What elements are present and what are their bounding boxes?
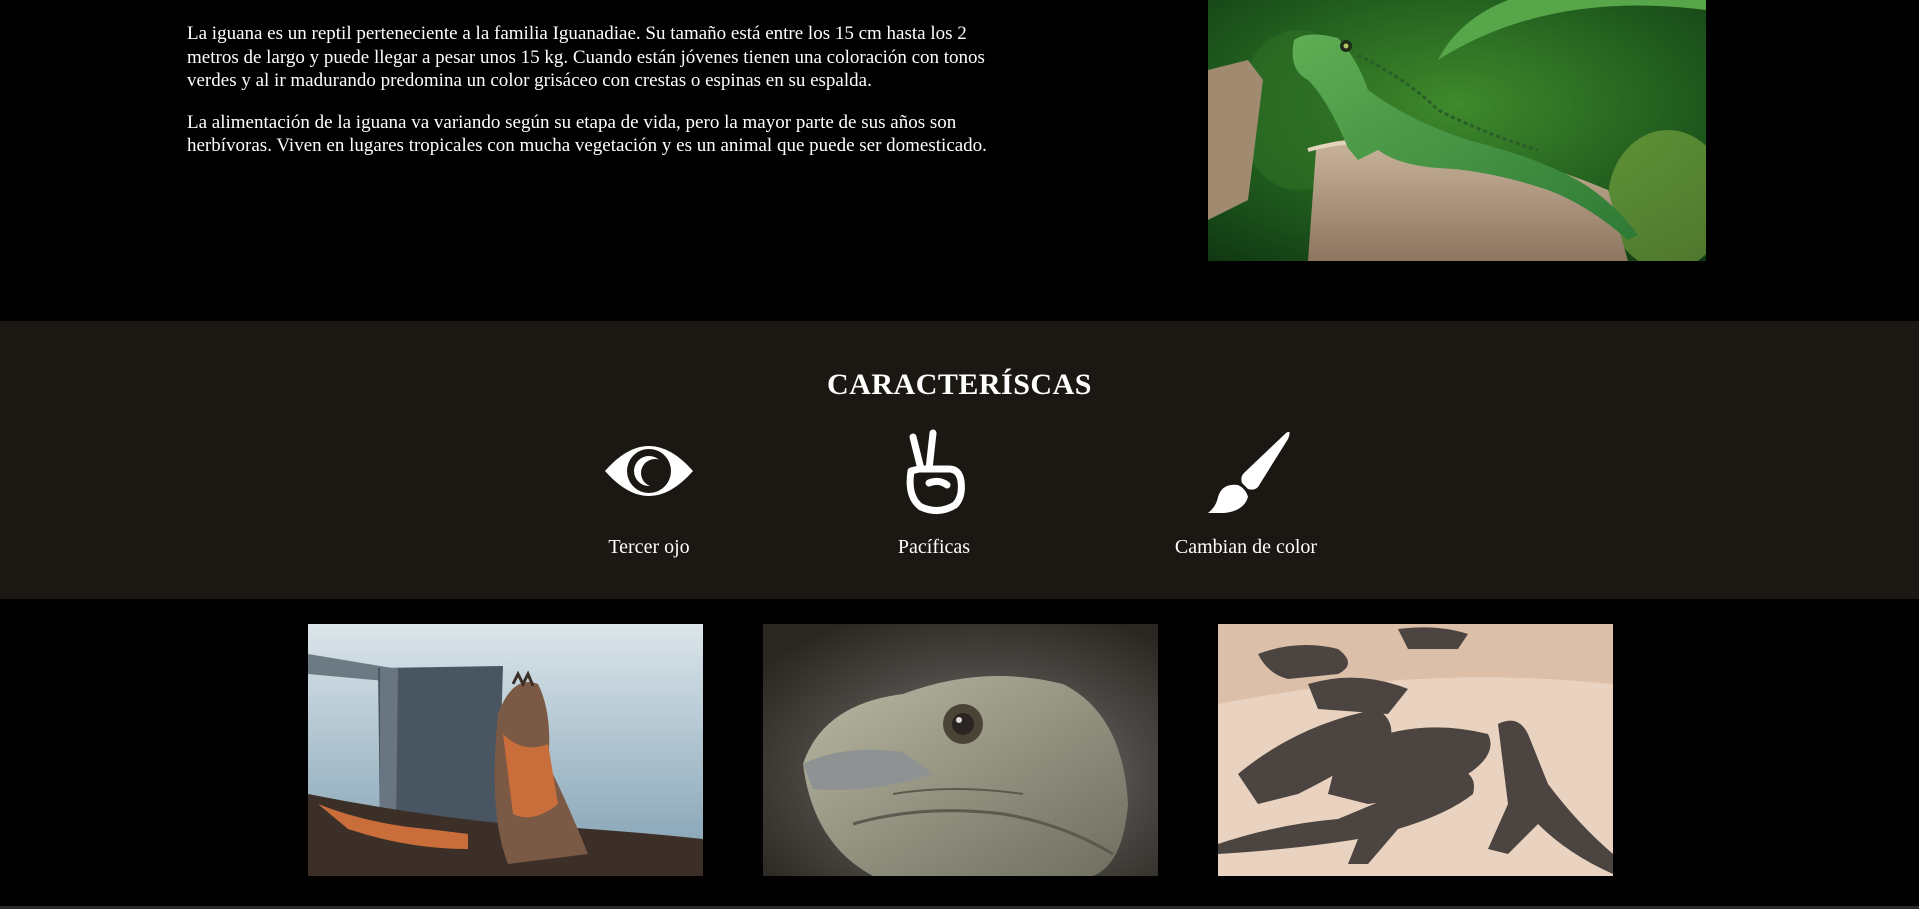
orange-iguana-photo bbox=[308, 624, 703, 876]
features-title: CARACTERÍSCAS bbox=[827, 368, 1092, 401]
intro-text: La iguana es un reptil perteneciente a l… bbox=[187, 22, 1002, 176]
iguanas-on-sand-photo bbox=[1218, 624, 1613, 876]
feature-label-third-eye: Tercer ojo bbox=[608, 536, 690, 558]
feature-third-eye: Tercer ojo bbox=[529, 427, 769, 559]
iguana-closeup-photo bbox=[763, 624, 1158, 876]
peace-hand-icon bbox=[814, 427, 1054, 515]
intro-paragraph-2: La alimentación de la iguana va variando… bbox=[187, 111, 987, 157]
eye-icon bbox=[529, 427, 769, 515]
feature-label-peaceful: Pacíficas bbox=[897, 536, 971, 558]
paintbrush-icon bbox=[1126, 427, 1366, 515]
gallery-section bbox=[0, 599, 1919, 909]
intro-section: La iguana es un reptil perteneciente a l… bbox=[0, 0, 1919, 321]
feature-label-color-change: Cambian de color bbox=[1174, 536, 1318, 558]
green-iguana-photo bbox=[1208, 0, 1706, 261]
feature-color-change: Cambian de color bbox=[1126, 427, 1366, 559]
feature-peaceful: Pacíficas bbox=[814, 427, 1054, 559]
features-section: CARACTERÍSCAS Tercer ojo Pacíficas Cambi… bbox=[0, 321, 1919, 599]
intro-paragraph-1: La iguana es un reptil perteneciente a l… bbox=[187, 23, 985, 91]
